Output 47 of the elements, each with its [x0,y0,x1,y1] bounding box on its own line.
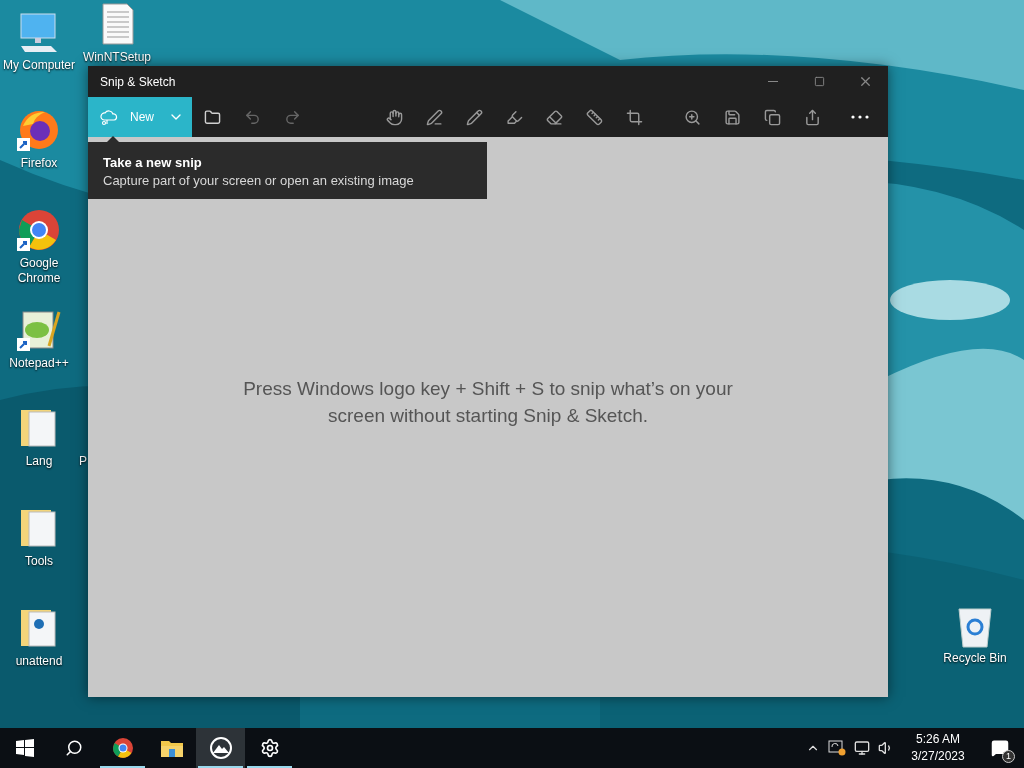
desktop-icon-label: WinNTSetup [83,50,151,65]
save-icon [723,108,741,126]
chrome-icon [110,736,135,760]
action-center-button[interactable]: 1 [976,728,1024,768]
maximize-icon [813,76,825,87]
clock[interactable]: 5:26 AM 3/27/2023 [900,728,976,768]
taskbar-button[interactable] [196,728,245,768]
ruler-icon [585,108,603,126]
canvas-hint: Press Windows logo key + Shift + S to snip what’s on your screen without starting Snip & Sketch. [242,377,734,428]
hand-icon [385,108,403,126]
highlighter-icon [505,108,523,126]
zoom-in-icon [683,108,701,126]
pen-icon [425,108,443,126]
tooltip-text: Capture part of your screen or open an existing image [103,172,415,190]
desktop-icon-label: unattend [15,654,63,669]
settings-icon [259,738,280,758]
network-icon [854,740,870,756]
desktop-icon-label: Notepad++ [9,356,69,371]
copy-icon [763,108,781,126]
clock-time: 5:26 AM [916,731,960,748]
cloud-icon [100,108,118,126]
folder-icon [203,108,221,126]
pencil-icon [465,108,483,126]
more-icon [851,115,869,119]
crop-icon [625,108,643,126]
windows-logo-icon [15,739,34,757]
desktop-icon-label: Recycle Bin [943,651,1007,666]
share-icon [803,108,821,126]
desktop-icon-label: Google Chrome [16,256,62,286]
search-icon [64,739,83,757]
window-title: Snip & Sketch [100,73,177,91]
minimize-icon [768,81,778,82]
redo-icon [283,108,301,126]
folder-icon [160,739,183,757]
desktop-icon-label: Tools [25,554,53,569]
desktop-icon-label: My Computer [3,58,75,73]
update-status-icon [828,740,846,756]
desktop-icon-label: Firefox [20,156,58,171]
clock-date: 3/27/2023 [911,748,965,765]
snip-sketch-icon [208,736,233,760]
undo-icon [243,108,261,126]
notifications-icon [991,739,1009,757]
eraser-icon [545,108,563,126]
desktop-icon-label: Lang [25,454,53,469]
tooltip-title: Take a new snip [103,154,203,171]
desktop-icon-label: P [79,454,87,469]
notification-count: 1 [1002,750,1015,763]
